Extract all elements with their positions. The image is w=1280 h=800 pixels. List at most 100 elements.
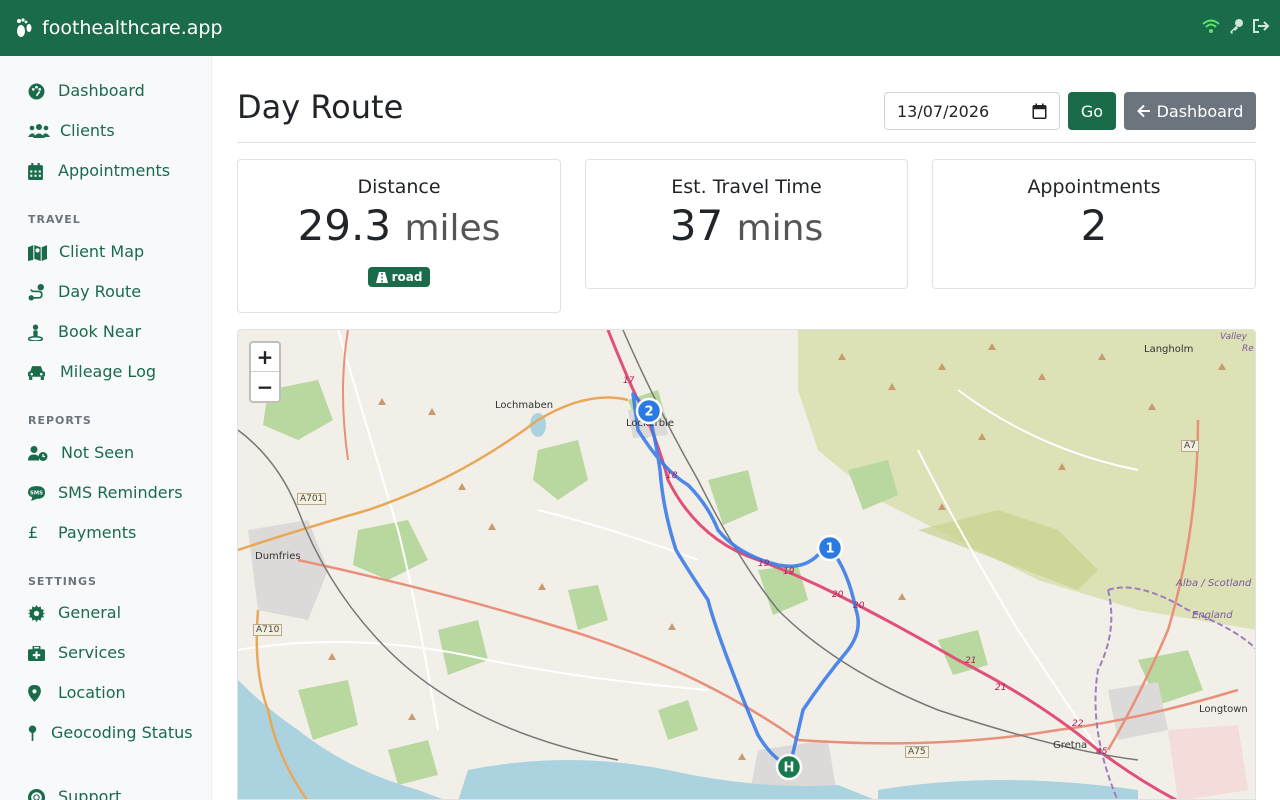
distance-value: 29.3 — [297, 201, 392, 250]
travel-time-card: Est. Travel Time 37 mins — [585, 159, 908, 289]
road-shield: A701 — [297, 493, 327, 505]
sidebar-item-not-seen[interactable]: Not Seen — [28, 441, 134, 465]
junction-label: 20 — [853, 601, 865, 611]
sidebar-item-day-route[interactable]: Day Route — [28, 280, 141, 304]
travel-time-label: Est. Travel Time — [671, 176, 822, 198]
footprint-icon — [17, 18, 32, 37]
sidebar-item-label: Payments — [58, 523, 137, 542]
travel-time-unit: mins — [736, 208, 824, 249]
map-tiles — [238, 330, 1255, 799]
key-icon[interactable] — [1228, 18, 1244, 34]
zoom-out-button[interactable]: − — [251, 372, 279, 401]
travel-time-value-row: 37 mins — [586, 200, 907, 255]
sidebar-item-label: Services — [58, 643, 126, 662]
dashboard-button-label: Dashboard — [1156, 101, 1244, 121]
sidebar-item-client-map[interactable]: Client Map — [28, 240, 144, 264]
road-icon — [375, 271, 388, 283]
calendar-picker-icon[interactable] — [1032, 103, 1047, 119]
sidebar-heading-reports: REPORTS — [28, 414, 92, 427]
sidebar-item-label: Client Map — [59, 242, 145, 261]
sidebar-item-label: Day Route — [58, 282, 142, 301]
wifi-icon — [1202, 19, 1220, 33]
road-shield: A75 — [905, 746, 929, 758]
sidebar-item-payments[interactable]: £ Payments — [28, 521, 136, 545]
junction-label: 19 — [783, 567, 795, 577]
zoom-in-button[interactable]: + — [251, 343, 279, 372]
home-marker[interactable]: H — [775, 753, 803, 781]
zoom-control: + − — [249, 341, 281, 403]
date-input[interactable]: 13/07/2026 — [884, 92, 1060, 130]
map-icon — [28, 244, 47, 261]
distance-value-row: 29.3 miles — [238, 200, 560, 255]
distance-label: Distance — [357, 176, 441, 198]
junction-label: 21 — [965, 656, 977, 666]
place-label: Valley — [1220, 332, 1247, 342]
sidebar-item-services[interactable]: Services — [28, 641, 125, 665]
junction-label: 20 — [832, 590, 844, 600]
appointments-label: Appointments — [1027, 176, 1161, 198]
sidebar-item-mileage-log[interactable]: Mileage Log — [28, 360, 156, 384]
logout-icon[interactable] — [1252, 18, 1270, 34]
stop-marker-2[interactable]: 2 — [635, 397, 663, 425]
place-label: Re — [1242, 344, 1254, 354]
route-type-badge: road — [367, 267, 431, 287]
sidebar-item-label: Location — [58, 683, 126, 702]
palette-icon — [28, 83, 45, 99]
road-shield: A710 — [253, 624, 283, 636]
brand[interactable]: foothealthcare.app — [14, 16, 223, 40]
distance-unit: miles — [404, 208, 501, 249]
place-label: Gretna — [1053, 740, 1088, 751]
sidebar-item-label: General — [58, 603, 122, 622]
junction-label: 17 — [623, 376, 635, 386]
sidebar-item-general[interactable]: General — [28, 601, 121, 625]
map-pin-icon — [28, 725, 37, 741]
sidebar-item-book-near[interactable]: Book Near — [28, 320, 141, 344]
location-pin-icon — [28, 684, 41, 702]
sidebar-item-label: Clients — [60, 121, 115, 140]
distance-card: Distance 29.3 miles road — [237, 159, 561, 313]
lifebuoy-icon — [28, 788, 45, 800]
person-pin-icon — [28, 324, 43, 341]
sidebar-item-support[interactable]: Support — [28, 785, 121, 800]
sidebar-item-dashboard[interactable]: Dashboard — [28, 79, 145, 103]
sidebar-item-appointments[interactable]: Appointments — [28, 159, 170, 183]
sidebar-item-label: SMS Reminders — [58, 483, 183, 502]
brand-name: foothealthcare.app — [42, 17, 223, 39]
junction-label: 18 — [666, 471, 678, 481]
sidebar-item-geocoding-status[interactable]: Geocoding Status — [28, 721, 198, 745]
sidebar-item-label: Book Near — [58, 322, 142, 341]
title-divider — [237, 142, 1256, 143]
pound-icon: £ — [28, 523, 39, 542]
arrow-left-icon — [1136, 104, 1150, 118]
place-label: Langholm — [1144, 344, 1194, 355]
marker-label: H — [784, 761, 795, 776]
marker-label: 2 — [644, 405, 653, 420]
go-button[interactable]: Go — [1068, 92, 1116, 130]
calendar-icon — [28, 162, 43, 180]
place-label: Longtown — [1199, 704, 1248, 715]
sidebar-item-label: Appointments — [58, 161, 171, 180]
sidebar-item-label: Support — [58, 787, 122, 800]
sidebar-item-label: Not Seen — [61, 443, 135, 462]
sidebar-item-location[interactable]: Location — [28, 681, 126, 705]
sidebar-item-clients[interactable]: Clients — [28, 119, 115, 143]
stop-marker-1[interactable]: 1 — [816, 534, 844, 562]
sidebar-heading-travel: TRAVEL — [28, 213, 81, 226]
users-icon — [28, 124, 50, 138]
route-map[interactable]: + − Lochmaben Lockerbie Dumfries Langhol… — [237, 329, 1256, 800]
place-label: Lochmaben — [495, 400, 554, 411]
back-to-dashboard-button[interactable]: Dashboard — [1124, 92, 1256, 130]
sidebar-item-sms-reminders[interactable]: SMS SMS Reminders — [28, 481, 183, 505]
sidebar-item-label: Mileage Log — [60, 362, 157, 381]
sidebar-item-label: Dashboard — [58, 81, 145, 100]
user-clock-icon — [28, 445, 48, 461]
appointments-card: Appointments 2 — [932, 159, 1256, 289]
svg-text:SMS: SMS — [30, 490, 43, 496]
road-shield: A7 — [1181, 440, 1199, 452]
travel-time-value: 37 — [669, 201, 724, 250]
route-icon — [28, 283, 44, 300]
junction-label: 22 — [1072, 719, 1084, 729]
gear-icon — [28, 604, 45, 622]
top-navbar: foothealthcare.app — [0, 0, 1280, 56]
sidebar-item-label: Geocoding Status — [51, 723, 193, 742]
